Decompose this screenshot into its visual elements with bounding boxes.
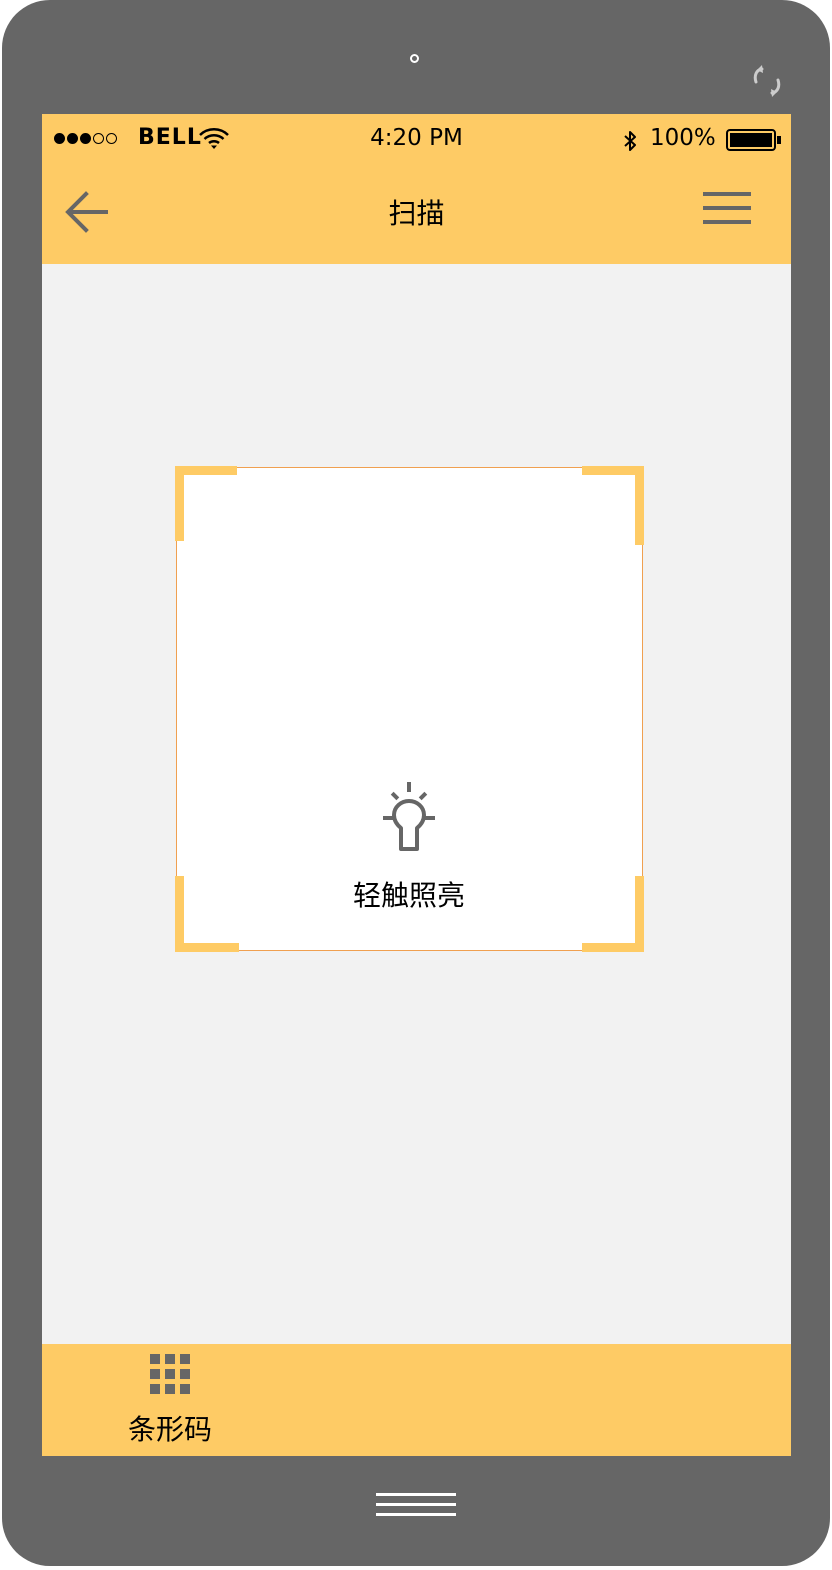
bluetooth-icon xyxy=(624,131,636,151)
tap-to-light-button[interactable]: 轻触照亮 xyxy=(327,780,491,912)
grid-icon xyxy=(150,1354,190,1394)
scan-corner-bottom-left xyxy=(175,943,239,952)
home-button-icon[interactable] xyxy=(376,1492,456,1518)
page-title: 扫描 xyxy=(388,197,445,230)
rotate-icon[interactable] xyxy=(748,62,786,100)
scan-corner-bottom-right xyxy=(635,876,644,952)
lightbulb-icon xyxy=(383,782,435,851)
battery-icon xyxy=(726,129,781,151)
tab-barcode-label: 条形码 xyxy=(127,1413,212,1446)
bottom-tab-bar: 条形码 xyxy=(42,1344,791,1456)
scan-area: 轻触照亮 xyxy=(175,466,644,952)
hamburger-menu-icon[interactable] xyxy=(702,190,752,226)
status-bar: BELL 4:20 PM 100% xyxy=(42,114,791,164)
navigation-bar: 扫描 xyxy=(42,164,791,264)
tap-to-light-label: 轻触照亮 xyxy=(352,879,465,912)
scan-corner-bottom-left xyxy=(175,876,184,952)
battery-percent: 100% xyxy=(650,125,716,151)
scan-corner-top-left xyxy=(175,466,237,475)
tab-barcode[interactable]: 条形码 xyxy=(112,1344,228,1456)
screen: BELL 4:20 PM 100% 扫描 轻触照亮 条形码 xyxy=(42,114,791,1456)
scan-corner-top-left xyxy=(175,466,184,541)
camera-icon xyxy=(410,54,419,63)
phone-frame: BELL 4:20 PM 100% 扫描 轻触照亮 条形码 xyxy=(2,0,830,1566)
scan-corner-top-right xyxy=(635,466,644,545)
